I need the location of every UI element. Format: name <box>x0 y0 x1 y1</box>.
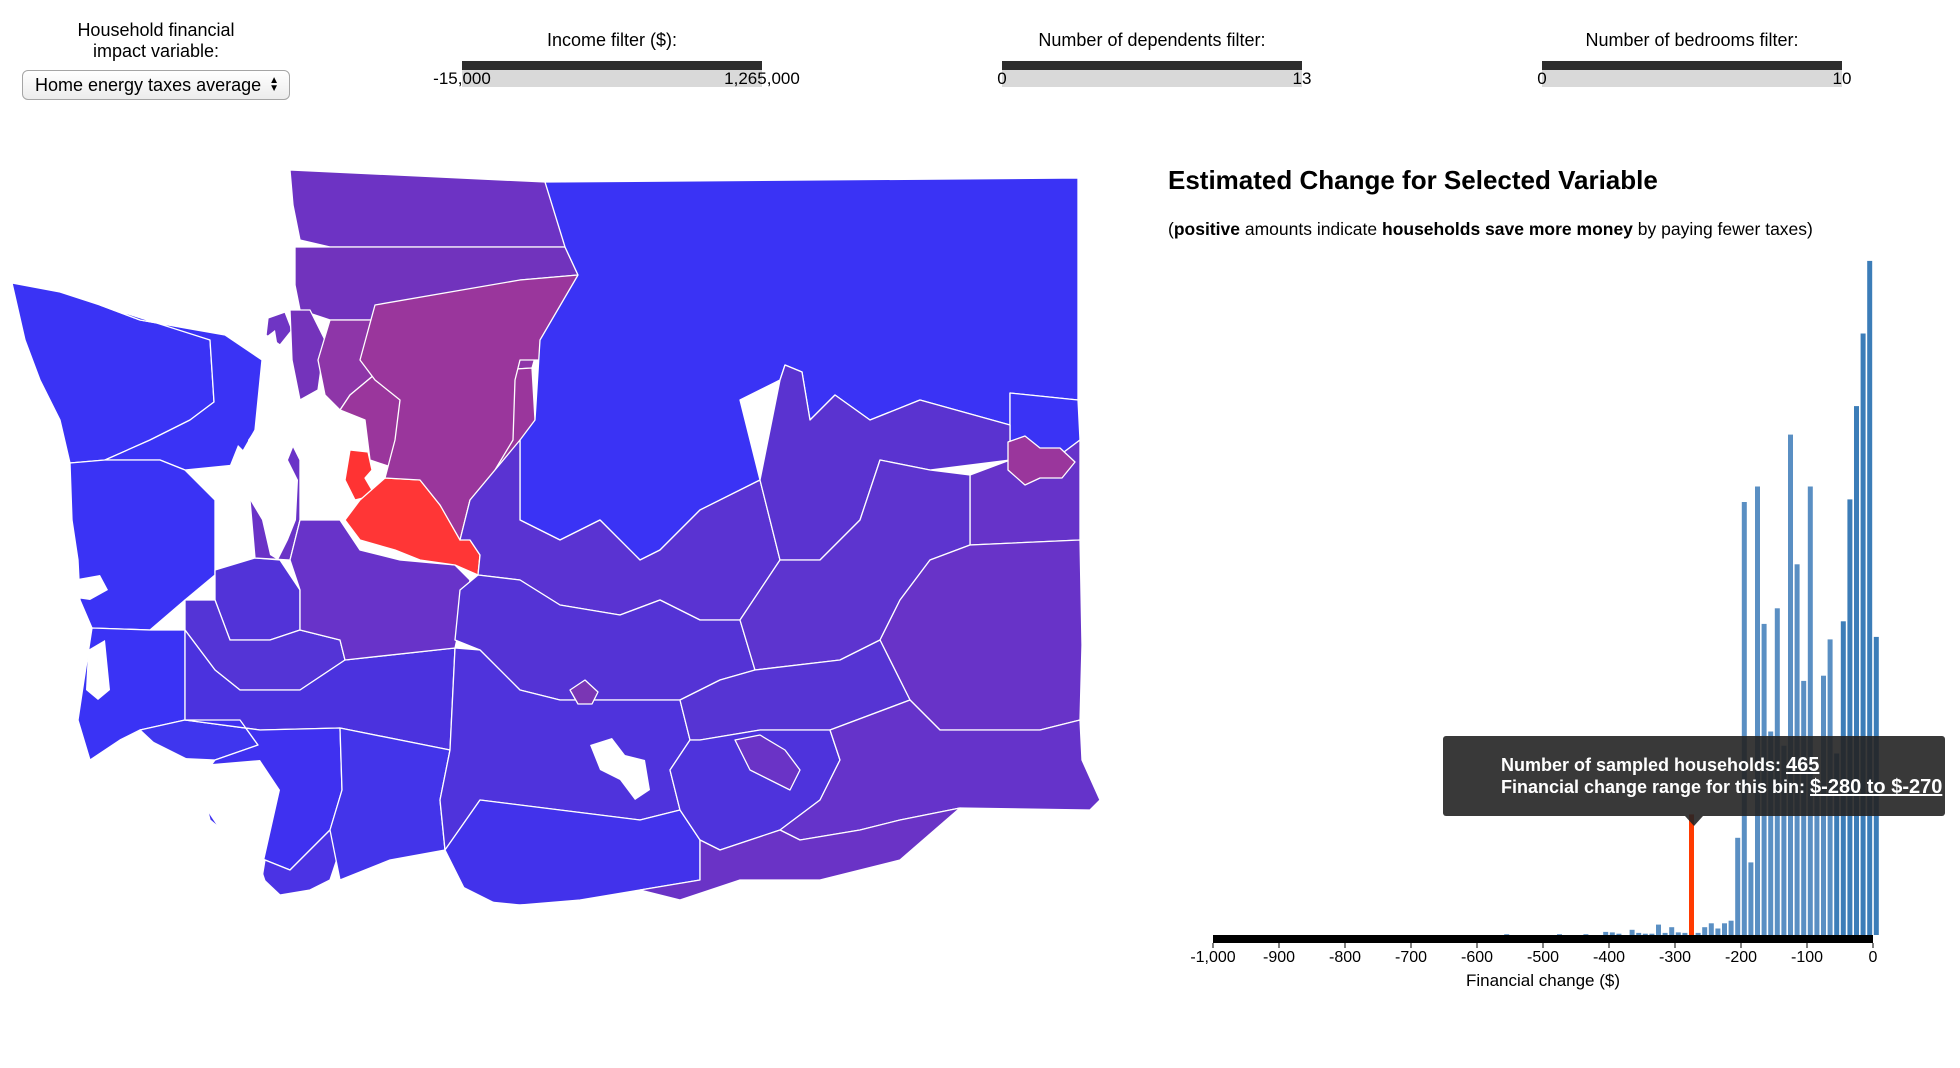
histogram-bar[interactable] <box>1741 502 1747 935</box>
dependents-max-label: 13 <box>1292 69 1312 88</box>
income-filter: Income filter ($): -15,000 1,265,000 <box>433 30 800 91</box>
histogram-bar-highlighted[interactable] <box>1689 814 1694 935</box>
x-tick-label: -300 <box>1659 949 1691 966</box>
income-min-label: -15,000 <box>433 69 491 88</box>
histogram-bar[interactable] <box>1860 333 1866 936</box>
bedrooms-slider[interactable]: 0 10 <box>1537 61 1851 91</box>
bedrooms-slider-range[interactable] <box>1542 61 1842 70</box>
x-tick-label: -200 <box>1725 949 1757 966</box>
histogram-bar[interactable] <box>1642 933 1648 935</box>
select-updown-icon: ▲ ▼ <box>269 75 279 94</box>
x-axis-label: Financial change ($) <box>1466 971 1620 990</box>
x-axis-line <box>1213 935 1873 943</box>
x-tick-label: -700 <box>1395 949 1427 966</box>
histogram-bar[interactable] <box>1629 929 1635 935</box>
histogram-bar[interactable] <box>1669 927 1675 935</box>
histogram-bar[interactable] <box>1662 932 1668 935</box>
dependents-filter: Number of dependents filter: 0 13 <box>997 30 1311 91</box>
dependents-filter-label: Number of dependents filter: <box>1038 30 1266 50</box>
variable-label-line2: impact variable: <box>92 41 220 61</box>
bedrooms-filter: Number of bedrooms filter: 0 10 <box>1537 30 1851 91</box>
bedrooms-max-label: 10 <box>1832 69 1852 88</box>
histogram-bar[interactable] <box>1715 928 1721 936</box>
bin-tooltip: Number of sampled households: 465 Financ… <box>1443 736 1945 816</box>
variable-label: Household financial impact variable: <box>22 20 290 62</box>
histogram-bar[interactable] <box>1807 486 1813 936</box>
x-tick-label: 0 <box>1869 949 1878 966</box>
dependents-slider[interactable]: 0 13 <box>997 61 1311 91</box>
x-tick-label: -600 <box>1461 949 1493 966</box>
county-skamania[interactable] <box>329 727 451 881</box>
subtitle-mid: amounts indicate <box>1239 219 1382 239</box>
tooltip-range-label: Financial change range for this bin: <box>1501 777 1811 797</box>
washington-map <box>11 169 1101 910</box>
bedrooms-min-label: 0 <box>1537 69 1547 88</box>
x-tick-label: -900 <box>1263 949 1295 966</box>
histogram-bar[interactable] <box>1609 932 1615 935</box>
histogram-bar[interactable] <box>1748 862 1754 935</box>
x-tick-label: -400 <box>1593 949 1625 966</box>
variable-select-value: Home energy taxes average <box>35 74 262 95</box>
x-tick-label: -500 <box>1527 949 1559 966</box>
histogram-bar[interactable] <box>1708 923 1714 935</box>
histogram-bar[interactable] <box>1755 486 1760 936</box>
histogram-bar[interactable] <box>1867 260 1873 935</box>
x-axis-ticks: -1,000 -900 -800 -700 -600 -500 -400 -300 -200 -1… <box>1190 943 1878 966</box>
histogram-bar[interactable] <box>1702 927 1708 935</box>
dependents-slider-range[interactable] <box>1002 61 1302 70</box>
histogram-bar[interactable] <box>1616 933 1622 935</box>
variable-select[interactable]: Home energy taxes average ▲ ▼ <box>22 70 290 100</box>
histogram-bar[interactable] <box>1649 933 1655 935</box>
histogram-bar[interactable] <box>1656 924 1661 935</box>
histogram-bar[interactable] <box>1854 406 1859 936</box>
histogram-bar[interactable] <box>1847 499 1853 935</box>
histogram-bar[interactable] <box>1695 932 1701 935</box>
bedrooms-slider-track <box>1542 70 1842 87</box>
histogram-bar[interactable] <box>1682 932 1688 935</box>
histogram-bars <box>1504 260 1879 936</box>
histogram-bar[interactable] <box>1728 920 1734 935</box>
income-filter-label: Income filter ($): <box>546 30 678 50</box>
dependents-slider-track <box>1002 70 1302 87</box>
tooltip-range-line: Financial change range for this bin: $-2… <box>1501 776 1945 798</box>
histogram: -1,000 -900 -800 -700 -600 -500 -400 -300 -200 -1… <box>1190 260 1879 990</box>
histogram-bar[interactable] <box>1788 434 1793 935</box>
histogram-bar[interactable] <box>1735 837 1741 935</box>
dependents-min-label: 0 <box>997 69 1007 88</box>
tooltip-arrow <box>1685 816 1703 826</box>
histogram-bar[interactable] <box>1722 923 1727 935</box>
histogram-bar[interactable] <box>1557 934 1562 935</box>
income-slider-track <box>462 70 762 87</box>
county-whatcom[interactable] <box>289 169 566 248</box>
tooltip-range-value: $-280 to $-270 <box>1810 776 1943 798</box>
subtitle-save-money: households save more money <box>1382 219 1633 239</box>
income-max-label: 1,265,000 <box>724 69 800 88</box>
histogram-bar[interactable] <box>1583 934 1589 935</box>
histogram-bar[interactable] <box>1603 931 1609 935</box>
income-slider-range[interactable] <box>462 61 762 70</box>
x-tick-label: -100 <box>1791 949 1823 966</box>
variable-label-line1: Household financial <box>77 20 235 40</box>
x-tick-label: -800 <box>1329 949 1361 966</box>
tooltip-count-value: 465 <box>1786 754 1820 776</box>
histogram-bar[interactable] <box>1636 932 1642 935</box>
chart-subtitle: (positive amounts indicate households sa… <box>1168 219 1813 240</box>
x-tick-label: -1,000 <box>1190 949 1235 966</box>
variable-control: Household financial impact variable: Hom… <box>22 20 290 100</box>
bedrooms-filter-label: Number of bedrooms filter: <box>1585 30 1799 50</box>
histogram-bar[interactable] <box>1675 932 1681 935</box>
tooltip-count-label: Number of sampled households: <box>1501 755 1787 775</box>
histogram-bar[interactable] <box>1504 934 1510 935</box>
tooltip-count-line: Number of sampled households: 465 <box>1501 754 1945 776</box>
subtitle-end: by paying fewer taxes) <box>1632 219 1813 239</box>
chart-title: Estimated Change for Selected Variable <box>1168 165 1658 195</box>
subtitle-positive: positive <box>1173 219 1240 239</box>
county-mason[interactable] <box>214 557 301 641</box>
income-slider[interactable]: -15,000 1,265,000 <box>433 61 800 91</box>
